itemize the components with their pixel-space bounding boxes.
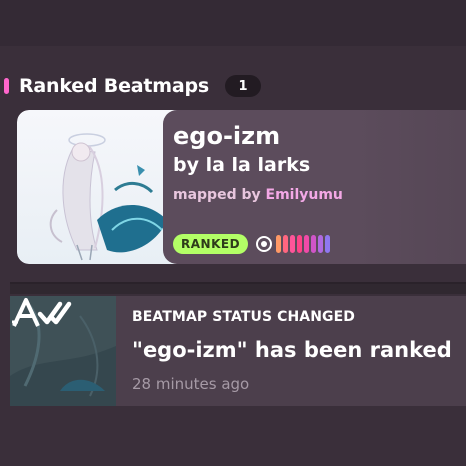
section-title: Ranked Beatmaps xyxy=(19,75,210,97)
mapper-link[interactable]: Emilyumu xyxy=(266,187,343,203)
notification-timestamp: 28 minutes ago xyxy=(132,375,250,393)
difficulty-pill[interactable] xyxy=(304,235,310,253)
difficulty-pill[interactable] xyxy=(276,235,282,253)
divider-bar xyxy=(10,284,466,294)
top-strip xyxy=(0,0,466,46)
beatmap-cover-image[interactable] xyxy=(17,110,185,264)
beatmap-status-row: RANKED xyxy=(173,234,332,254)
mapped-by-prefix: mapped by xyxy=(173,187,266,203)
difficulty-pill[interactable] xyxy=(283,235,289,253)
beatmap-info-panel: ego-izm by la la larks mapped by Emilyum… xyxy=(163,110,466,264)
beatmap-card[interactable]: ego-izm by la la larks mapped by Emilyum… xyxy=(17,110,466,264)
section-count-badge: 1 xyxy=(225,75,262,97)
beatmap-artist: by la la larks xyxy=(173,154,311,176)
difficulty-pill[interactable] xyxy=(318,235,324,253)
difficulty-pill[interactable] xyxy=(297,235,303,253)
ranked-status-badge: RANKED xyxy=(173,234,249,254)
section-header: Ranked Beatmaps 1 xyxy=(0,70,262,102)
osu-standard-icon xyxy=(256,236,273,252)
section-accent-bar xyxy=(4,78,9,94)
notification-thumbnail xyxy=(10,296,116,406)
difficulty-pill[interactable] xyxy=(325,235,331,253)
notification-message[interactable]: "ego-izm" has been ranked xyxy=(132,338,452,362)
difficulty-pill[interactable] xyxy=(311,235,317,253)
notification-heading: BEATMAP STATUS CHANGED xyxy=(132,309,356,325)
beatmap-title[interactable]: ego-izm xyxy=(173,122,280,150)
notification-item[interactable]: BEATMAP STATUS CHANGED "ego-izm" has bee… xyxy=(10,296,466,406)
difficulty-pill[interactable] xyxy=(290,235,296,253)
beatmap-mapper-line: mapped by Emilyumu xyxy=(173,187,343,203)
beatmap-ranked-icon xyxy=(12,298,72,327)
difficulty-pills xyxy=(276,235,332,253)
